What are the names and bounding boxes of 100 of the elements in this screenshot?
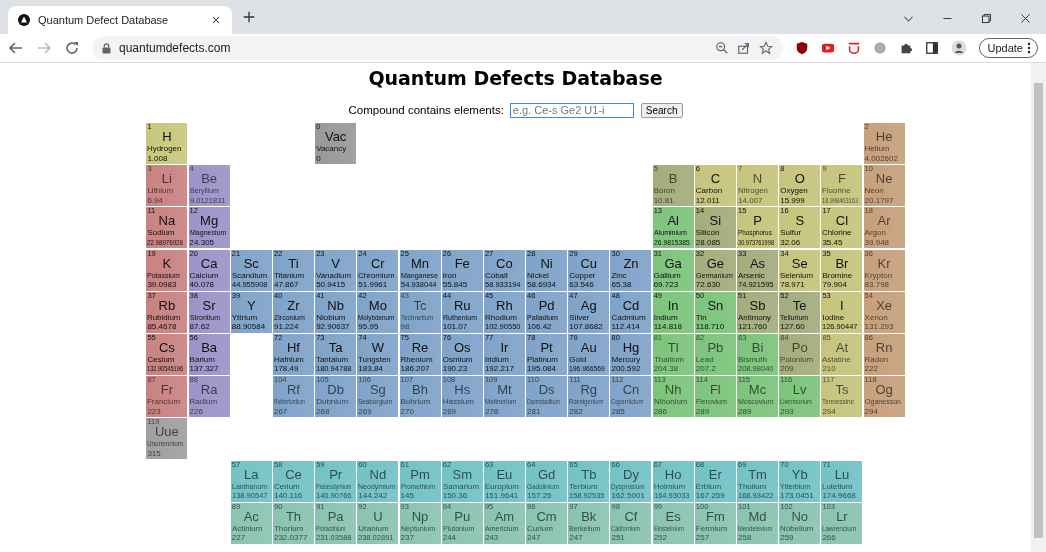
element-symbol: Uue xyxy=(153,425,180,440)
element-symbol: Db xyxy=(326,383,345,398)
atomic-mass: 126.90447 xyxy=(822,322,858,332)
atomic-mass: 98 xyxy=(400,322,410,332)
atomic-mass: 145 xyxy=(400,491,414,500)
atomic-mass: 79.904 xyxy=(822,280,847,290)
element-symbol: La xyxy=(243,467,260,482)
zoom-out-icon[interactable] xyxy=(714,41,729,55)
sidebar-icon[interactable] xyxy=(924,41,939,55)
element-name: Tin xyxy=(695,312,707,322)
element-symbol: K xyxy=(161,256,173,271)
element-name: Manganese xyxy=(400,270,438,280)
atomic-mass: 150.36 xyxy=(442,491,468,500)
update-button[interactable]: Update xyxy=(978,38,1038,58)
element-name: Promethium xyxy=(400,481,435,491)
atomic-mass: 69.723 xyxy=(653,280,679,290)
atomic-mass: 58.6934 xyxy=(527,280,556,290)
atomic-mass: 190.23 xyxy=(442,364,468,374)
restore-icon[interactable] xyxy=(980,12,993,25)
avatar-icon[interactable] xyxy=(950,40,967,56)
element-name: Chromium xyxy=(358,270,395,280)
element-name: Silicon xyxy=(695,228,720,238)
element-symbol: B xyxy=(667,172,679,187)
back-arrow-icon[interactable] xyxy=(8,40,24,56)
atomic-mass: 20.1797 xyxy=(864,195,894,205)
search-button[interactable]: Search xyxy=(640,102,683,118)
element-symbol: Mo xyxy=(367,298,388,313)
element-name: Livermorium xyxy=(780,397,812,407)
element-name: Polonium xyxy=(780,354,814,364)
share-icon[interactable] xyxy=(736,41,751,55)
element-name: Vanadium xyxy=(316,270,352,280)
close-icon[interactable] xyxy=(1019,12,1032,25)
plus-icon[interactable] xyxy=(242,10,256,24)
atomic-mass: 0 xyxy=(316,153,321,163)
element-symbol: Tc xyxy=(412,298,428,313)
element-name: Antimony xyxy=(738,312,772,322)
play-badge-icon[interactable] xyxy=(820,41,835,55)
address-bar[interactable]: quantumdefects.com xyxy=(92,36,783,60)
atomic-mass: 35.45 xyxy=(822,237,843,247)
element-symbol: Mn xyxy=(410,256,431,271)
element-name: Palladium xyxy=(527,312,558,322)
element-symbol: Rh xyxy=(495,298,514,313)
element-name: Carbon xyxy=(695,186,723,196)
element-symbol: C xyxy=(709,172,722,187)
atomic-mass: 222 xyxy=(864,364,878,374)
atomic-mass: 266 xyxy=(822,533,836,543)
element-symbol: Np xyxy=(411,509,429,524)
atomic-mass: 144.242 xyxy=(358,491,388,500)
atomic-mass: 12.011 xyxy=(695,195,720,205)
atomic-mass: 209 xyxy=(780,364,794,374)
atomic-mass: 39.948 xyxy=(864,237,890,247)
element-name: Ruthenium xyxy=(442,312,477,322)
atomic-mass: 278 xyxy=(484,406,499,416)
element-symbol: Co xyxy=(495,256,514,271)
more-icon[interactable] xyxy=(1027,42,1031,54)
element-symbol: Fe xyxy=(453,256,471,271)
search-field[interactable]: e.g. Ce-s Ge2 U1-i xyxy=(509,102,634,118)
atomic-mass: 285 xyxy=(611,406,625,416)
element-name: Argon xyxy=(864,228,886,238)
element-name: Niobium xyxy=(316,312,346,322)
element-symbol: Cl xyxy=(834,214,850,229)
atomic-mass: 131.293 xyxy=(864,322,894,332)
atomic-mass: 55.845 xyxy=(442,280,468,290)
element-symbol: Cd xyxy=(621,298,641,313)
element-symbol: V xyxy=(330,256,341,271)
element-symbol: At xyxy=(834,340,850,355)
atomic-mass: 51.9961 xyxy=(358,280,388,290)
atomic-mass: 267 xyxy=(273,406,288,416)
shield-icon[interactable] xyxy=(794,41,809,55)
element-symbol: Cn xyxy=(621,383,641,398)
atomic-mass: 24.305 xyxy=(189,237,215,247)
element-symbol: No xyxy=(791,509,810,524)
atomic-mass: 183.84 xyxy=(358,364,383,374)
scroll-thumb[interactable] xyxy=(1034,83,1043,538)
element-symbol: Am xyxy=(493,509,516,524)
close-icon[interactable] xyxy=(210,14,222,26)
element-symbol: Lu xyxy=(833,467,851,482)
browser-tab[interactable]: Quantum Defect Database xyxy=(8,6,232,34)
element-symbol: Ho xyxy=(663,467,683,482)
element-name: Einsteinium xyxy=(653,523,684,533)
element-symbol: Zn xyxy=(622,256,640,271)
element-name: Helium xyxy=(864,144,890,153)
element-name: Zinc xyxy=(611,270,627,280)
atomic-mass: 91.224 xyxy=(273,322,299,332)
element-name: Technetium xyxy=(400,312,433,322)
atomic-mass: 30.973761998 xyxy=(738,237,775,247)
atomic-mass: 168.93422 xyxy=(738,491,774,500)
element-name: Curium xyxy=(527,523,553,533)
atomic-mass: 92.90637 xyxy=(316,322,350,332)
element-name: Fluorine xyxy=(822,186,851,196)
atomic-mass: 269 xyxy=(442,406,457,416)
star-icon[interactable] xyxy=(758,41,773,55)
element-name: Moscovium xyxy=(738,397,774,407)
element-symbol: Ge xyxy=(705,256,725,271)
scrollbar[interactable] xyxy=(1031,63,1046,552)
element-symbol: Tb xyxy=(580,467,598,482)
element-symbol: Rf xyxy=(285,383,301,398)
reload-icon[interactable] xyxy=(64,40,80,56)
atomic-mass: 210 xyxy=(822,364,836,374)
tray-icon[interactable] xyxy=(846,41,861,55)
